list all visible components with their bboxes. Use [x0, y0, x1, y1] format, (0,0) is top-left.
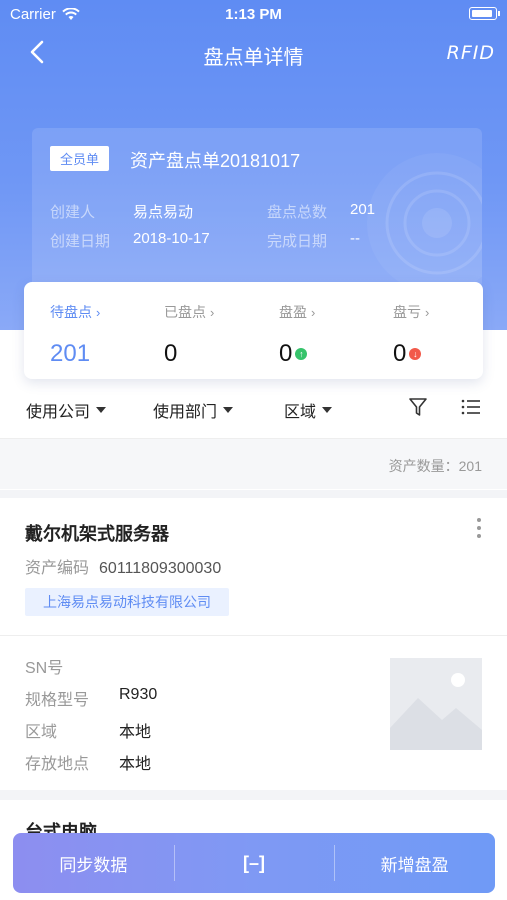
bottom-action-bar: 同步数据 [–] 新增盘盈 — [13, 833, 495, 893]
total-count-label: 盘点总数 — [267, 204, 328, 221]
loss-down-icon: ↓ — [409, 348, 422, 360]
inventory-doc-title: 资产盘点单20181017 — [130, 151, 301, 171]
scan-button[interactable]: [–] — [173, 833, 335, 893]
filter-company-label: 使用公司 — [26, 404, 91, 421]
rfid-button[interactable]: RFID — [447, 42, 495, 64]
battery-icon — [469, 7, 500, 20]
sync-data-button[interactable]: 同步数据 — [13, 833, 174, 893]
status-bar: Carrier 1:13 PM — [0, 0, 507, 28]
asset-count-bar: 资产数量：201 — [0, 439, 507, 489]
stat-counted-value: 0 — [164, 340, 178, 367]
clock: 1:13 PM — [225, 6, 282, 23]
stat-loss-value: 0 ↓ — [393, 340, 503, 368]
asset-code-row: 资产编码 60111809300030 — [25, 554, 221, 578]
stat-counted-label: 已盘点 › — [164, 304, 215, 320]
stat-loss-label: 盘亏 › — [393, 304, 430, 320]
stat-pending-value: 201 — [50, 340, 91, 367]
created-date-value: 2018-10-17 — [133, 230, 210, 247]
asset-image-placeholder[interactable] — [390, 658, 482, 750]
order-type-badge: 全员单 — [50, 146, 110, 171]
add-surplus-label: 新增盘盈 — [380, 855, 449, 875]
stat-surplus[interactable]: 盘盈 › 0 ↑ — [279, 302, 389, 368]
filter-department[interactable]: 使用部门 — [153, 398, 234, 422]
area-row: 区域 本地 — [25, 718, 325, 741]
creator-label: 创建人 — [50, 204, 96, 221]
filter-department-label: 使用部门 — [153, 404, 218, 421]
funnel-filter-icon[interactable] — [408, 396, 428, 418]
caret-down-icon — [96, 407, 107, 413]
area-value: 本地 — [119, 724, 152, 741]
asset-code-label: 资产编码 — [25, 560, 90, 577]
asset-count: 资产数量：201 — [388, 458, 482, 474]
stat-pending[interactable]: 待盘点 › 201 — [50, 302, 160, 368]
sync-data-label: 同步数据 — [59, 855, 128, 875]
finish-date-label: 完成日期 — [267, 233, 328, 250]
asset-card[interactable]: 戴尔机架式服务器 资产编码 60111809300030 上海易点易动科技有限公司… — [0, 498, 507, 790]
decorative-circles-icon — [367, 153, 482, 288]
model-value: R930 — [119, 686, 158, 703]
caret-down-icon — [322, 407, 333, 413]
scan-icon: [–] — [243, 852, 265, 873]
inventory-info-card: 全员单 资产盘点单20181017 创建人 易点易动 盘点总数 201 创建日期… — [32, 128, 482, 288]
created-date-label: 创建日期 — [50, 233, 111, 250]
area-label: 区域 — [25, 724, 58, 741]
filter-company[interactable]: 使用公司 — [26, 398, 107, 422]
stat-surplus-label: 盘盈 › — [279, 304, 316, 320]
total-count-value: 201 — [350, 201, 376, 218]
stat-counted[interactable]: 已盘点 › 0 — [164, 302, 274, 368]
sn-label: SN号 — [25, 660, 64, 677]
image-placeholder-icon — [390, 673, 482, 750]
location-value: 本地 — [119, 756, 152, 773]
caret-down-icon — [223, 407, 234, 413]
add-surplus-button[interactable]: 新增盘盈 — [334, 833, 495, 893]
filter-bar: 使用公司 使用部门 区域 — [0, 386, 507, 436]
surplus-up-icon: ↑ — [295, 348, 308, 360]
filter-area-label: 区域 — [284, 404, 317, 421]
company-tag: 上海易点易动科技有限公司 — [25, 588, 229, 616]
page-title: 盘点单详情 — [203, 47, 304, 69]
model-label: 规格型号 — [25, 692, 90, 709]
filter-area[interactable]: 区域 — [284, 398, 333, 422]
asset-code-value: 60111809300030 — [99, 560, 222, 577]
location-label: 存放地点 — [25, 756, 90, 773]
finish-date-value: -- — [350, 230, 360, 247]
creator-value: 易点易动 — [133, 204, 194, 221]
inventory-stats-card: 待盘点 › 201 已盘点 › 0 盘盈 › 0 ↑ 盘亏 › 0 ↓ — [24, 282, 483, 379]
asset-name: 戴尔机架式服务器 — [25, 524, 169, 544]
stat-pending-label: 待盘点 › — [50, 304, 101, 320]
location-row: 存放地点 本地 — [25, 750, 325, 773]
more-options-icon[interactable] — [477, 518, 483, 542]
model-row: 规格型号 R930 — [25, 686, 325, 709]
sn-row: SN号 — [25, 654, 325, 677]
stat-loss[interactable]: 盘亏 › 0 ↓ — [393, 302, 503, 368]
divider — [0, 635, 507, 636]
stat-surplus-value: 0 ↑ — [279, 340, 389, 368]
navigation-bar: 盘点单详情 RFID — [0, 30, 507, 74]
list-menu-icon[interactable] — [460, 396, 482, 418]
